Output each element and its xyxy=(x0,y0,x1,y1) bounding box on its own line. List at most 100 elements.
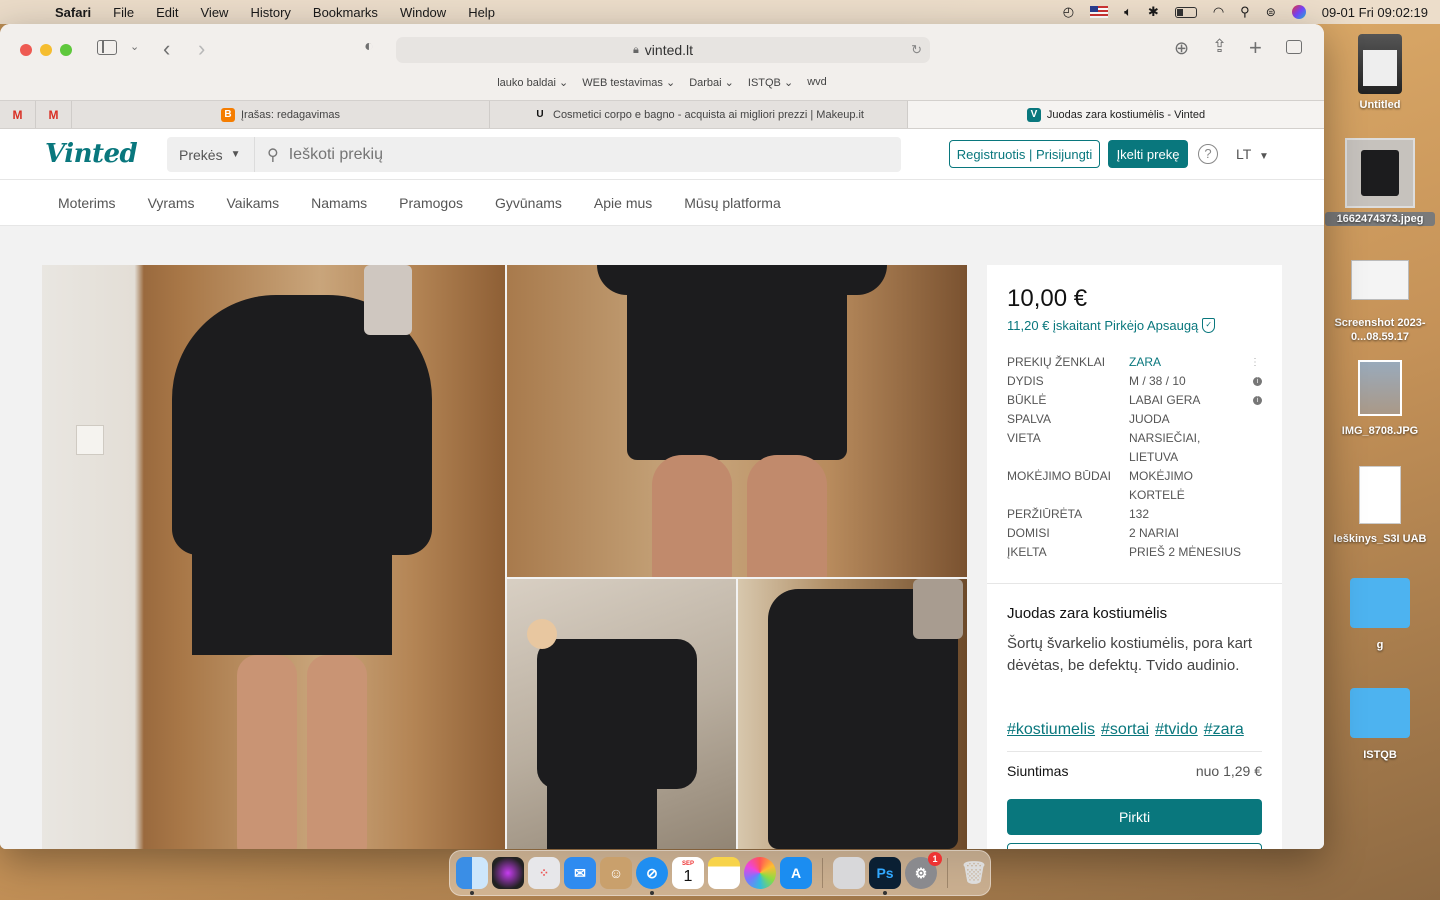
more-options-icon[interactable]: ⋮ xyxy=(1250,353,1260,372)
spotlight-search-icon[interactable]: ⚲ xyxy=(1240,4,1250,20)
folder-icon xyxy=(1350,578,1410,628)
menu-history[interactable]: History xyxy=(239,5,301,20)
photos-icon[interactable] xyxy=(744,857,776,889)
time-machine-icon[interactable]: ◴ xyxy=(1063,4,1074,20)
forward-button[interactable]: › xyxy=(198,36,205,62)
menu-file[interactable]: File xyxy=(102,5,145,20)
photo-thumbnail-icon xyxy=(1358,360,1402,416)
system-preferences-icon[interactable]: ⚙ 1 xyxy=(905,852,942,889)
bookmark-link[interactable]: wvd xyxy=(807,76,827,96)
secondary-action-button[interactable] xyxy=(1007,843,1262,849)
menu-app-name[interactable]: Safari xyxy=(44,5,102,20)
tab-vinted[interactable]: V Juodas zara kostiumėlis - Vinted xyxy=(908,101,1324,128)
privacy-shield-icon[interactable]: ◐ xyxy=(364,38,374,56)
wifi-icon[interactable]: ◠ xyxy=(1213,4,1224,20)
buy-button[interactable]: Pirkti xyxy=(1007,799,1262,835)
buyer-protection-price[interactable]: 11,20 € įskaitant Pirkėjo Apsaugą ✓ xyxy=(1007,318,1216,333)
tab-blogger[interactable]: B Įrašas: redagavimas xyxy=(72,101,490,128)
launchpad-icon[interactable]: ⁘ xyxy=(528,857,560,889)
pinned-tab-gmail[interactable]: M xyxy=(0,101,36,128)
nav-item-pets[interactable]: Gyvūnams xyxy=(495,195,562,211)
item-photo-main[interactable] xyxy=(42,265,505,849)
siri-icon[interactable] xyxy=(492,857,524,889)
close-window-button[interactable] xyxy=(20,44,32,56)
upload-item-button[interactable]: Įkelti prekę xyxy=(1108,140,1188,168)
tag-link[interactable]: #kostiumelis xyxy=(1007,721,1095,739)
app-store-icon[interactable]: A xyxy=(780,857,812,889)
tab-makeup[interactable]: U Cosmetici corpo e bagno - acquista ai … xyxy=(490,101,908,128)
photoshop-icon[interactable]: Ps xyxy=(869,857,901,895)
light-switch xyxy=(76,425,104,455)
menu-clock[interactable]: 09-01 Fri 09:02:19 xyxy=(1322,5,1428,20)
minimize-window-button[interactable] xyxy=(40,44,52,56)
new-tab-icon[interactable]: + xyxy=(1249,35,1262,61)
desktop-item-screenshot[interactable]: Screenshot 2023-0...08.59.17 xyxy=(1325,260,1435,344)
reload-icon[interactable]: ↻ xyxy=(911,42,922,58)
item-photo-shorts[interactable] xyxy=(507,265,967,577)
bookmark-folder[interactable]: Darbai ⌄ xyxy=(689,76,734,96)
contacts-icon[interactable]: ☺ xyxy=(600,857,632,889)
nav-item-about[interactable]: Apie mus xyxy=(594,195,652,211)
tag-link[interactable]: #zara xyxy=(1204,721,1244,739)
desktop-item-folder-istqb[interactable]: ISTQB xyxy=(1325,688,1435,762)
desktop-item-image[interactable]: 1662474373.jpeg xyxy=(1325,138,1435,226)
bookmark-label: lauko baldai xyxy=(497,77,556,89)
pinned-tab-gmail[interactable]: M xyxy=(36,101,72,128)
item-photo-jacket[interactable] xyxy=(738,579,967,849)
share-icon[interactable]: ⇪ xyxy=(1212,36,1227,57)
menu-window[interactable]: Window xyxy=(389,5,457,20)
finder-icon[interactable] xyxy=(456,857,488,895)
tab-group-chevron-icon[interactable]: ⌄ xyxy=(130,40,139,53)
attr-row-location: Vieta Narsiečiai, Lietuva xyxy=(1007,429,1262,467)
nav-item-women[interactable]: Moterims xyxy=(58,195,116,211)
search-input[interactable] xyxy=(278,145,879,164)
nav-item-men[interactable]: Vyrams xyxy=(148,195,195,211)
brand-link[interactable]: ZARA xyxy=(1129,353,1249,372)
menu-bookmarks[interactable]: Bookmarks xyxy=(302,5,389,20)
volume-icon[interactable]: 🔈︎ xyxy=(1124,4,1132,20)
back-button[interactable]: ‹ xyxy=(163,36,170,62)
bluetooth-icon[interactable]: ✱ xyxy=(1148,4,1159,20)
zoom-window-button[interactable] xyxy=(60,44,72,56)
bookmark-folder[interactable]: ISTQB ⌄ xyxy=(748,76,793,96)
desktop-item-disk[interactable]: Untitled xyxy=(1325,34,1435,112)
language-selector[interactable]: LT ▼ xyxy=(1236,146,1269,162)
menu-edit[interactable]: Edit xyxy=(145,5,189,20)
desktop-item-document[interactable]: Ieškinys_S3I UAB xyxy=(1325,466,1435,546)
us-flag-icon[interactable] xyxy=(1090,6,1109,18)
safari-icon[interactable]: ⊘ xyxy=(636,857,668,895)
info-icon[interactable]: i xyxy=(1253,396,1262,405)
info-icon[interactable]: i xyxy=(1253,377,1262,386)
category-dropdown[interactable]: Prekės ▼ xyxy=(167,137,255,172)
desktop-item-photo[interactable]: IMG_8708.JPG xyxy=(1325,360,1435,438)
nav-item-entertainment[interactable]: Pramogos xyxy=(399,195,463,211)
nav-item-kids[interactable]: Vaikams xyxy=(227,195,280,211)
nav-item-home[interactable]: Namams xyxy=(311,195,367,211)
tab-overview-icon[interactable] xyxy=(1286,38,1302,59)
notes-icon[interactable] xyxy=(708,857,740,889)
preview-icon[interactable] xyxy=(833,857,865,889)
downloads-icon[interactable]: ⊕ xyxy=(1174,38,1189,59)
battery-icon[interactable] xyxy=(1174,6,1197,18)
siri-icon[interactable] xyxy=(1291,5,1306,19)
desktop-item-folder-g[interactable]: g xyxy=(1325,578,1435,652)
control-center-icon[interactable]: ⊜ xyxy=(1266,5,1276,19)
bookmark-folder[interactable]: lauko baldai ⌄ xyxy=(497,76,568,96)
tab-title: Juodas zara kostiumėlis - Vinted xyxy=(1046,108,1206,121)
sidebar-toggle-icon[interactable] xyxy=(97,39,117,60)
nav-item-platform[interactable]: Mūsų platforma xyxy=(684,195,780,211)
calendar-icon[interactable]: SEP 1 xyxy=(672,857,704,889)
menu-help[interactable]: Help xyxy=(457,5,506,20)
mail-icon[interactable]: ✉ xyxy=(564,857,596,889)
tag-link[interactable]: #tvido xyxy=(1155,721,1198,739)
item-photo-back[interactable] xyxy=(507,579,736,849)
vinted-logo[interactable]: Vinted xyxy=(45,139,138,169)
attr-key: Prekių ženklai xyxy=(1007,355,1106,369)
menu-view[interactable]: View xyxy=(190,5,240,20)
bookmark-folder[interactable]: WEB testavimas ⌄ xyxy=(582,76,675,96)
address-bar[interactable]: 🔒︎ vinted.lt ↻ xyxy=(396,37,930,63)
help-icon[interactable]: ? xyxy=(1198,144,1218,164)
register-login-button[interactable]: Registruotis | Prisijungti xyxy=(949,140,1100,168)
tag-link[interactable]: #sortai xyxy=(1101,721,1149,739)
trash-icon[interactable]: 🗑︎ xyxy=(958,857,990,889)
